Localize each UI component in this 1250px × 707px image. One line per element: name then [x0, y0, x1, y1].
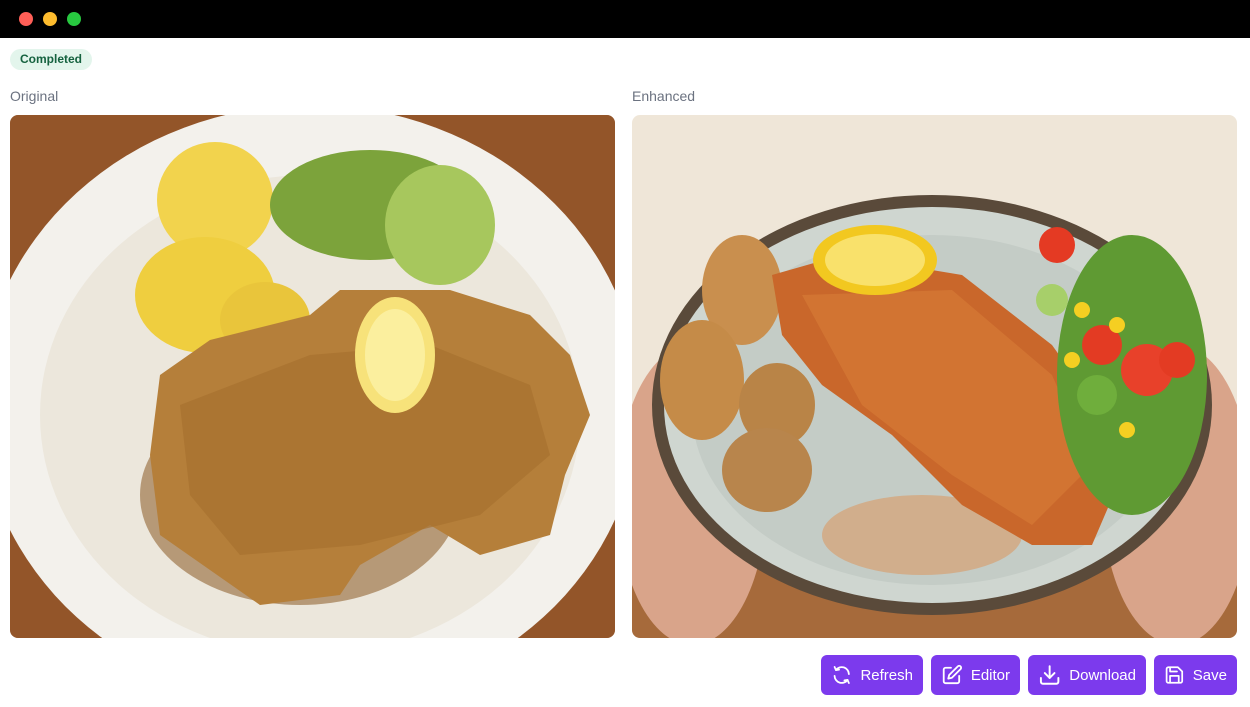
- download-icon: [1039, 665, 1060, 685]
- download-label: Download: [1069, 666, 1136, 684]
- original-image: [10, 115, 615, 638]
- enhanced-label: Enhanced: [632, 88, 696, 104]
- editor-label: Editor: [970, 666, 1010, 684]
- download-button[interactable]: Download: [1028, 655, 1146, 695]
- editor-button[interactable]: Editor: [931, 655, 1020, 695]
- close-window-button[interactable]: [19, 12, 33, 26]
- save-button[interactable]: Save: [1154, 655, 1237, 695]
- edit-icon: [942, 664, 962, 685]
- save-label: Save: [1192, 666, 1227, 684]
- status-badge: Completed: [10, 49, 93, 70]
- save-icon: [1165, 666, 1184, 684]
- refresh-button[interactable]: Refresh: [821, 655, 923, 695]
- minimize-window-button[interactable]: [43, 12, 57, 26]
- refresh-icon: [833, 666, 850, 684]
- maximize-window-button[interactable]: [67, 12, 81, 26]
- enhanced-image: [632, 115, 1237, 638]
- window-titlebar: [0, 0, 1250, 38]
- original-label: Original: [10, 88, 59, 104]
- refresh-label: Refresh: [860, 666, 913, 684]
